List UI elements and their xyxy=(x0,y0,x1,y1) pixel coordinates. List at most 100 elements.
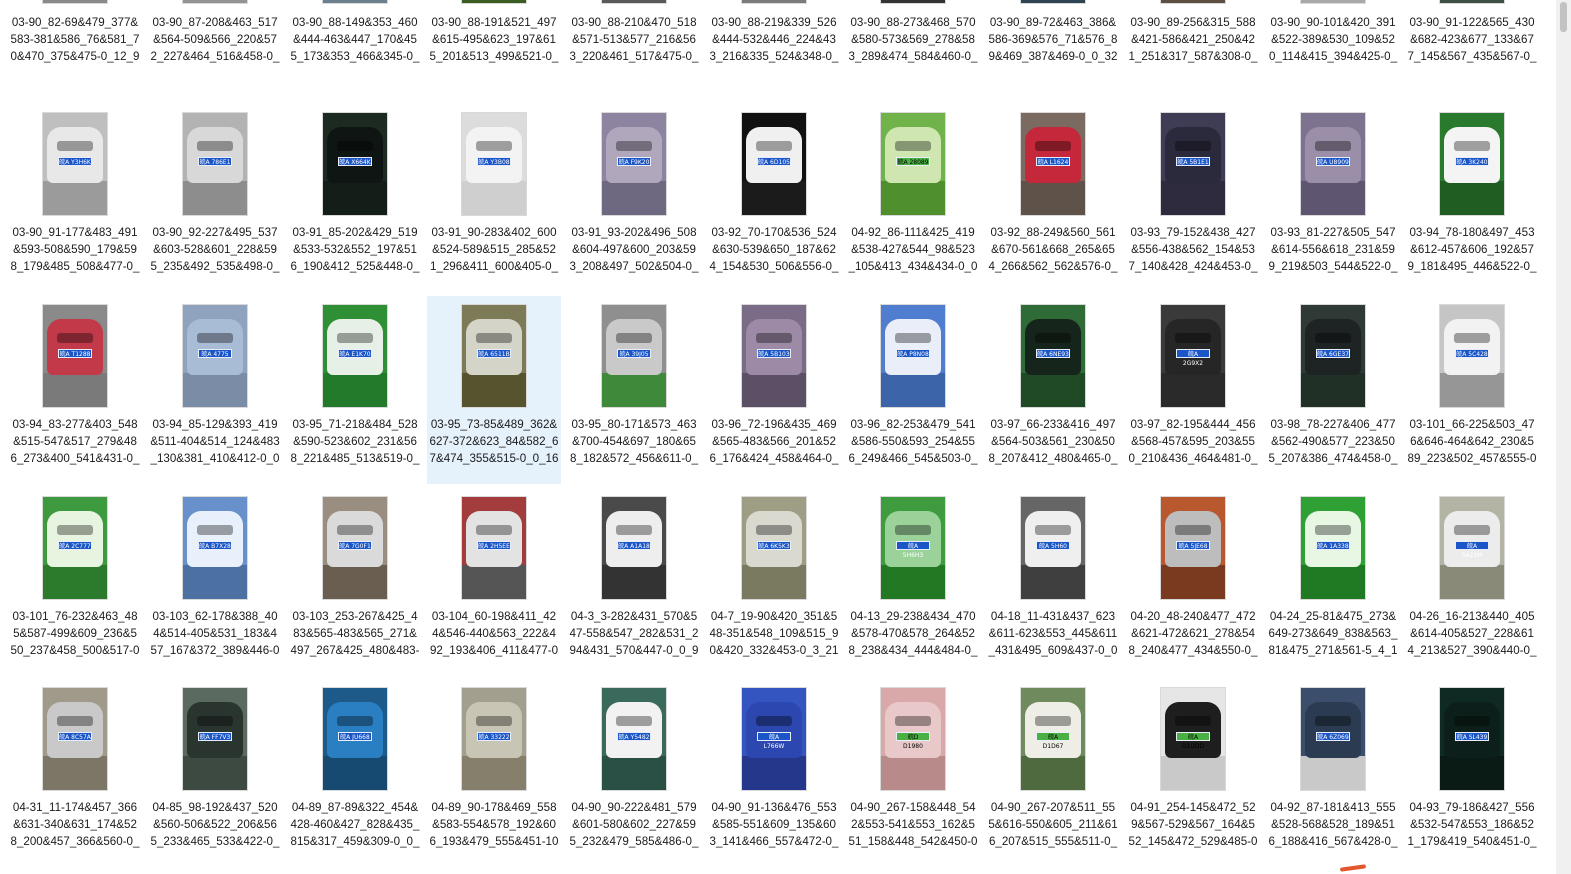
image-thumbnail[interactable] xyxy=(461,0,527,4)
file-item[interactable]: 皖A L766W 04-90_91-136&476_553&585-551&609… xyxy=(707,679,841,867)
image-thumbnail[interactable]: 皖A D1UDD xyxy=(1160,687,1226,791)
file-item[interactable]: 皖D D1980 04-90_267-158&448_542&553-541&55… xyxy=(846,679,980,867)
image-thumbnail[interactable]: 皖A 5C428 xyxy=(1439,304,1505,408)
file-item[interactable]: 皖A 8C57A 04-31_11-174&457_366&631-340&631… xyxy=(8,679,142,867)
image-thumbnail[interactable] xyxy=(1300,0,1366,4)
file-item[interactable]: 皖A Y3B08 03-91_90-283&402_600&524-589&515… xyxy=(427,104,561,292)
image-thumbnail[interactable] xyxy=(601,0,667,4)
file-item[interactable]: 皖A A1A18 04-3_3-282&431_570&547-558&547_2… xyxy=(567,488,701,676)
image-thumbnail[interactable]: 皖A L766W xyxy=(741,687,807,791)
image-thumbnail[interactable]: 皖A P8N08 xyxy=(880,304,946,408)
image-thumbnail[interactable]: 皖A 5H6H3 xyxy=(880,496,946,600)
image-thumbnail[interactable]: 皖A 28089 xyxy=(880,112,946,216)
image-thumbnail[interactable] xyxy=(322,0,388,4)
image-thumbnail[interactable]: 皖A 6Z069 xyxy=(1300,687,1366,791)
image-thumbnail[interactable]: 皖A L1624 xyxy=(1020,112,1086,216)
file-item[interactable]: 皖A Y5482 04-90_90-222&481_579&601-580&602… xyxy=(567,679,701,867)
file-item[interactable]: 皖A 5JE68 04-20_48-240&477_472&621-472&621… xyxy=(1126,488,1260,676)
file-item[interactable]: 皖A T1288 03-94_83-277&403_548&515-547&517… xyxy=(8,296,142,484)
image-thumbnail[interactable]: 皖A 5JE68 xyxy=(1160,496,1226,600)
file-item[interactable]: 皖A SL439 04-93_79-186&427_556&532-547&553… xyxy=(1405,679,1539,867)
file-item[interactable]: 皖A D1D67 04-90_267-207&511_555&616-550&60… xyxy=(986,679,1120,867)
image-thumbnail[interactable]: 皖A 6K5K3 xyxy=(741,496,807,600)
file-item[interactable]: 皖A 5B1E1 03-93_79-152&438_427&556-438&562… xyxy=(1126,104,1260,292)
image-thumbnail[interactable]: 皖A 8C57A xyxy=(42,687,108,791)
image-thumbnail[interactable]: 皖A FF7V3 xyxy=(182,687,248,791)
image-thumbnail[interactable]: 皖A 5A22M xyxy=(1439,496,1505,600)
file-item[interactable]: 皖A 6D105 03-92_70-170&536_524&630-539&650… xyxy=(707,104,841,292)
file-item[interactable]: 皖A X664K 03-91_85-202&429_519&533-532&552… xyxy=(288,104,422,292)
image-thumbnail[interactable]: 皖A 4775 xyxy=(182,304,248,408)
image-thumbnail[interactable] xyxy=(1160,0,1226,4)
image-thumbnail[interactable]: 皖A E1K70 xyxy=(322,304,388,408)
file-item[interactable]: 皖A E1K70 03-95_71-218&484_528&590-523&602… xyxy=(288,296,422,484)
file-item[interactable]: 皖A 5B103 03-96_72-196&435_469&565-483&566… xyxy=(707,296,841,484)
file-item[interactable]: 皖A 28089 04-92_86-111&425_419&538-427&544… xyxy=(846,104,980,292)
image-thumbnail[interactable] xyxy=(182,0,248,4)
file-item[interactable]: 皖A F9K20 03-91_93-202&496_508&604-497&600… xyxy=(567,104,701,292)
file-item[interactable]: 皖A 7G0F1 03-103_253-267&425_483&565-483&5… xyxy=(288,488,422,676)
file-item[interactable]: 皖A L1624 03-92_88-249&560_561&670-561&668… xyxy=(986,104,1120,292)
image-thumbnail[interactable]: 皖A 2H5EE xyxy=(461,496,527,600)
image-thumbnail[interactable] xyxy=(1439,0,1505,4)
image-thumbnail[interactable]: 皖A 6NE93 xyxy=(1020,304,1086,408)
image-thumbnail[interactable]: 皖A U8909 xyxy=(1300,112,1366,216)
image-thumbnail[interactable]: 皖A SL439 xyxy=(1439,687,1505,791)
file-item[interactable]: 皖A 2H5EE 03-104_60-198&411_424&546-440&56… xyxy=(427,488,561,676)
file-item[interactable]: 皖A 3K240 03-94_78-180&497_453&612-457&606… xyxy=(1405,104,1539,292)
image-thumbnail[interactable]: 皖A A1A18 xyxy=(601,496,667,600)
file-item[interactable]: 皖A P8N08 03-96_82-253&479_541&586-550&593… xyxy=(846,296,980,484)
file-item[interactable]: 皖A 6511B 03-95_73-85&489_362&627-372&623_… xyxy=(427,296,561,484)
file-item[interactable]: 皖A 5C428 03-101_66-225&503_476&646-464&64… xyxy=(1405,296,1539,484)
image-thumbnail[interactable]: 皖A JU668 xyxy=(322,687,388,791)
file-item[interactable]: 皖A 4775 03-94_85-129&393_419&511-404&514_… xyxy=(148,296,282,484)
image-thumbnail[interactable] xyxy=(880,0,946,4)
file-item[interactable]: 皖A U8909 03-93_81-227&505_547&614-556&618… xyxy=(1266,104,1400,292)
file-item[interactable]: 皖A 39J05 03-95_80-171&573_463&700-454&697… xyxy=(567,296,701,484)
image-thumbnail[interactable]: 皖A 39J05 xyxy=(601,304,667,408)
file-item[interactable]: 皖A JU668 04-89_87-89&322_454&428-460&427_… xyxy=(288,679,422,867)
image-thumbnail[interactable]: 皖A 2C777 xyxy=(42,496,108,600)
image-thumbnail[interactable]: 皖A Y5482 xyxy=(601,687,667,791)
image-thumbnail[interactable]: 皖A B7X28 xyxy=(182,496,248,600)
file-item[interactable]: 皖A 2C777 03-101_76-232&463_485&587-499&60… xyxy=(8,488,142,676)
file-item[interactable]: 皖A D1UDD 04-91_254-145&472_529&567-529&56… xyxy=(1126,679,1260,867)
file-item[interactable]: 皖A 5H60 04-18_11-431&437_623&611-623&553_… xyxy=(986,488,1120,676)
file-item[interactable]: 皖A 6K5K3 04-7_19-90&420_351&548-351&548_1… xyxy=(707,488,841,676)
image-thumbnail[interactable]: 皖A F9K20 xyxy=(601,112,667,216)
image-thumbnail[interactable] xyxy=(42,0,108,4)
image-thumbnail[interactable]: 皖D D1980 xyxy=(880,687,946,791)
file-item[interactable]: 皖A FF7V3 04-85_98-192&437_520&560-506&522… xyxy=(148,679,282,867)
image-thumbnail[interactable]: 皖A 5B1E1 xyxy=(1160,112,1226,216)
image-thumbnail[interactable]: 皖A 7G0F1 xyxy=(322,496,388,600)
image-thumbnail[interactable] xyxy=(1020,0,1086,4)
image-thumbnail[interactable] xyxy=(741,0,807,4)
image-thumbnail[interactable]: 皖A Y3B08 xyxy=(461,112,527,216)
file-item[interactable]: 皖A 1A338 04-24_25-81&475_273&649-273&649_… xyxy=(1266,488,1400,676)
file-item[interactable]: 皖A 786E1 03-90_92-227&495_537&603-528&601… xyxy=(148,104,282,292)
file-item[interactable]: 皖A 6NE93 03-97_66-233&416_497&564-503&561… xyxy=(986,296,1120,484)
image-thumbnail[interactable]: 皖A 2G9X2 xyxy=(1160,304,1226,408)
image-thumbnail[interactable]: 皖A D1D67 xyxy=(1020,687,1086,791)
image-thumbnail[interactable]: 皖A 6GE37 xyxy=(1300,304,1366,408)
file-item[interactable]: 皖A 5H6H3 04-13_29-238&434_470&578-470&578… xyxy=(846,488,980,676)
image-thumbnail[interactable]: 皖A 5B103 xyxy=(741,304,807,408)
file-item[interactable]: 皖A 33222 04-89_90-178&469_558&583-554&578… xyxy=(427,679,561,867)
file-item[interactable]: 皖A 2G9X2 03-97_82-195&444_456&568-457&595… xyxy=(1126,296,1260,484)
file-item[interactable]: 皖A B7X28 03-103_62-178&388_404&514-405&53… xyxy=(148,488,282,676)
image-thumbnail[interactable]: 皖A T1288 xyxy=(42,304,108,408)
image-thumbnail[interactable]: 皖A 3K240 xyxy=(1439,112,1505,216)
file-item[interactable]: 皖A 6Z069 04-92_87-181&413_555&528-568&528… xyxy=(1266,679,1400,867)
scrollbar-thumb[interactable] xyxy=(1560,2,1567,32)
file-item[interactable]: 皖A 6GE37 03-98_78-227&406_477&562-490&577… xyxy=(1266,296,1400,484)
file-item[interactable]: 皖A 5A22M 04-26_16-213&440_405&614-405&527… xyxy=(1405,488,1539,676)
image-thumbnail[interactable]: 皖A Y3H6K xyxy=(42,112,108,216)
image-thumbnail[interactable]: 皖A 6D105 xyxy=(741,112,807,216)
vertical-scrollbar[interactable] xyxy=(1556,0,1571,874)
image-thumbnail[interactable]: 皖A X664K xyxy=(322,112,388,216)
file-item[interactable]: 皖A Y3H6K 03-90_91-177&483_491&593-508&590… xyxy=(8,104,142,292)
image-thumbnail[interactable]: 皖A 5H60 xyxy=(1020,496,1086,600)
image-thumbnail[interactable]: 皖A 33222 xyxy=(461,687,527,791)
image-thumbnail[interactable]: 皖A 786E1 xyxy=(182,112,248,216)
image-thumbnail[interactable]: 皖A 6511B xyxy=(461,304,527,408)
